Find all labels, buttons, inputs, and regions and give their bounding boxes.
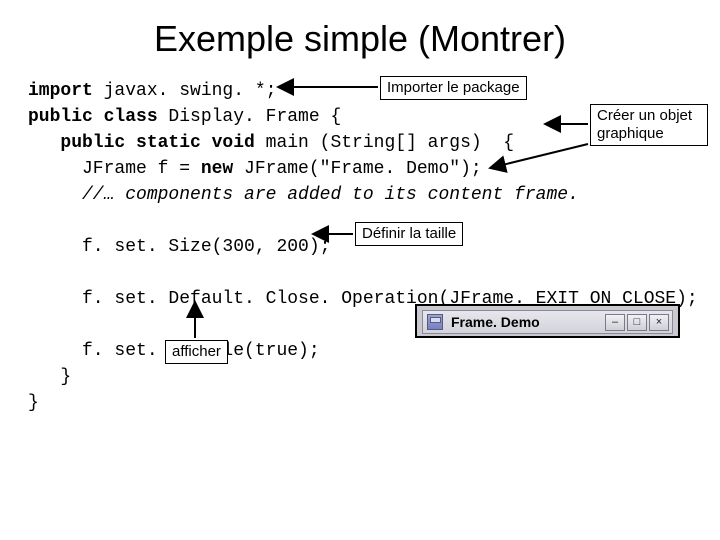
java-app-icon (427, 314, 443, 330)
annotation-create-object: Créer un objet graphique (590, 104, 708, 146)
jframe-window-controls: – □ × (605, 314, 669, 331)
code-kw: new (201, 159, 233, 179)
code-kw: import (28, 81, 93, 101)
jframe-titlebar: Frame. Demo – □ × (422, 310, 673, 334)
code-text: main (String[] args) { (255, 133, 514, 153)
slide-title: Exemple simple (Montrer) (0, 18, 720, 60)
jframe-window: Frame. Demo – □ × (415, 304, 680, 338)
annotation-set-size: Définir la taille (355, 222, 463, 246)
code-kw: public static void (28, 133, 255, 153)
code-text: JFrame f = (28, 159, 201, 179)
code-kw: public class (28, 107, 158, 127)
annotation-import: Importer le package (380, 76, 527, 100)
code-comment: //… components are added to its content … (28, 185, 579, 205)
code-text: } (28, 367, 71, 387)
annotation-show: afficher (165, 340, 228, 364)
code-text: } (28, 393, 39, 413)
close-button[interactable]: × (649, 314, 669, 331)
code-text: JFrame("Frame. Demo"); (233, 159, 481, 179)
code-text: Display. Frame { (158, 107, 342, 127)
code-text: javax. swing. *; (93, 81, 277, 101)
code-text: f. set. Size(300, 200); (28, 237, 330, 257)
jframe-title: Frame. Demo (451, 314, 605, 330)
minimize-button[interactable]: – (605, 314, 625, 331)
maximize-button[interactable]: □ (627, 314, 647, 331)
